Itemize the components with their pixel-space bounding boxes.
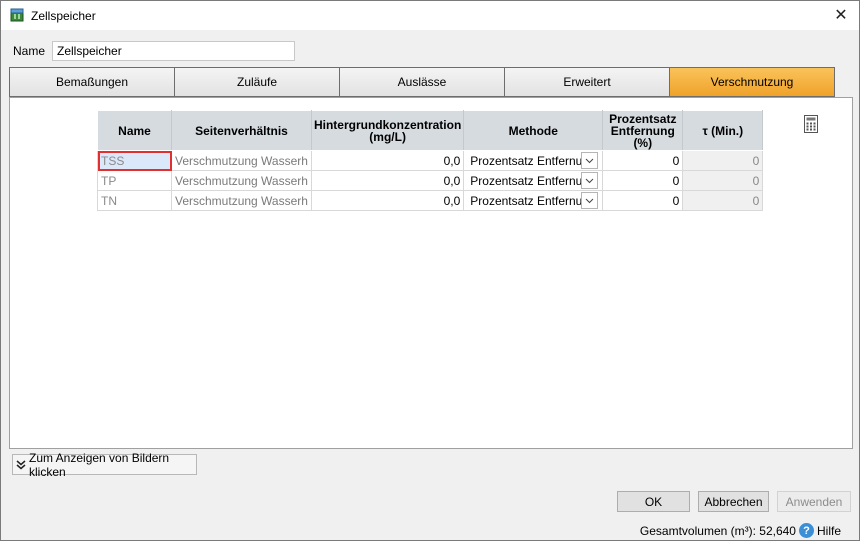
cell-percent[interactable]: 0 xyxy=(602,190,684,211)
cell-method[interactable]: Prozentsatz Entfernung xyxy=(463,190,604,211)
apply-button[interactable]: Anwenden xyxy=(777,491,851,512)
help-icon[interactable]: ? xyxy=(798,523,814,538)
method-value: Prozentsatz Entfernung xyxy=(470,153,596,168)
dialog-window: Zellspeicher ✕ Name Bemaßungen Zuläufe A… xyxy=(0,0,860,541)
cancel-button[interactable]: Abbrechen xyxy=(698,491,769,512)
cell-percent[interactable]: 0 xyxy=(602,150,684,171)
cell-tau: 0 xyxy=(682,170,764,191)
cell-tau: 0 xyxy=(682,190,764,211)
tab-bemassungen[interactable]: Bemaßungen xyxy=(9,67,174,97)
cell-name[interactable]: TN xyxy=(97,190,172,211)
cell-background[interactable]: 0,0 xyxy=(310,150,465,171)
help-link[interactable]: Hilfe xyxy=(817,524,841,538)
total-volume-text: Gesamtvolumen (m³): 52,640 xyxy=(639,523,796,538)
header-percent[interactable]: Prozentsatz Entfernung (%) xyxy=(602,110,684,151)
cell-ratio[interactable]: Verschmutzung Wasserh xyxy=(171,150,312,171)
show-images-label: Zum Anzeigen von Bildern klicken xyxy=(29,450,170,479)
chevron-down-icon[interactable] xyxy=(581,152,599,169)
tab-verschmutzung[interactable]: Verschmutzung xyxy=(669,67,835,97)
cell-background[interactable]: 0,0 xyxy=(310,190,465,211)
title-bar: Zellspeicher ✕ xyxy=(1,1,859,31)
close-icon[interactable]: ✕ xyxy=(827,3,855,27)
tab-bar: Bemaßungen Zuläufe Auslässe Erweitert Ve… xyxy=(9,67,835,97)
cell-name[interactable]: TP xyxy=(97,170,172,191)
cell-ratio[interactable]: Verschmutzung Wasserh xyxy=(171,190,312,211)
window-title: Zellspeicher xyxy=(31,9,96,23)
name-input[interactable] xyxy=(52,41,295,61)
calculator-icon[interactable] xyxy=(801,113,821,135)
status-bar: Gesamtvolumen (m³): 52,640 ? Hilfe xyxy=(640,523,841,538)
chevron-down-icon[interactable] xyxy=(581,172,599,189)
double-chevron-down-icon xyxy=(16,459,26,470)
chevron-down-icon[interactable] xyxy=(581,192,599,209)
table-row: TN Verschmutzung Wasserh 0,0 Prozentsatz… xyxy=(97,190,764,211)
cell-ratio[interactable]: Verschmutzung Wasserh xyxy=(171,170,312,191)
cell-name[interactable]: TSS xyxy=(97,150,172,171)
method-value: Prozentsatz Entfernung xyxy=(470,193,596,208)
header-method[interactable]: Methode xyxy=(463,110,604,151)
name-label: Name xyxy=(13,44,46,58)
tab-erweitert[interactable]: Erweitert xyxy=(504,67,669,97)
cell-percent[interactable]: 0 xyxy=(602,170,684,191)
tab-auslaesse[interactable]: Auslässe xyxy=(339,67,504,97)
header-ratio[interactable]: Seitenverhältnis xyxy=(171,110,312,151)
table-header-row: Name Seitenverhältnis Hintergrundkonzent… xyxy=(97,110,764,151)
header-tau[interactable]: τ (Min.) xyxy=(682,110,764,151)
table-row: TP Verschmutzung Wasserh 0,0 Prozentsatz… xyxy=(97,170,764,191)
storage-app-icon xyxy=(9,8,25,22)
ok-button[interactable]: OK xyxy=(617,491,690,512)
pollution-panel: Name Seitenverhältnis Hintergrundkonzent… xyxy=(9,97,853,449)
cell-background[interactable]: 0,0 xyxy=(310,170,465,191)
pollution-table: Name Seitenverhältnis Hintergrundkonzent… xyxy=(97,110,764,211)
cell-tau: 0 xyxy=(682,150,764,171)
tab-zulaeufe[interactable]: Zuläufe xyxy=(174,67,339,97)
cell-method[interactable]: Prozentsatz Entfernung xyxy=(463,170,604,191)
header-background[interactable]: Hintergrundkonzentration (mg/L) xyxy=(310,110,465,151)
cell-method[interactable]: Prozentsatz Entfernung xyxy=(463,150,604,171)
show-images-button[interactable]: Zum Anzeigen von Bildern klicken xyxy=(12,451,197,479)
table-row: TSS Verschmutzung Wasserh 0,0 Prozentsat… xyxy=(97,150,764,171)
header-name[interactable]: Name xyxy=(97,110,172,151)
method-value: Prozentsatz Entfernung xyxy=(470,173,596,188)
